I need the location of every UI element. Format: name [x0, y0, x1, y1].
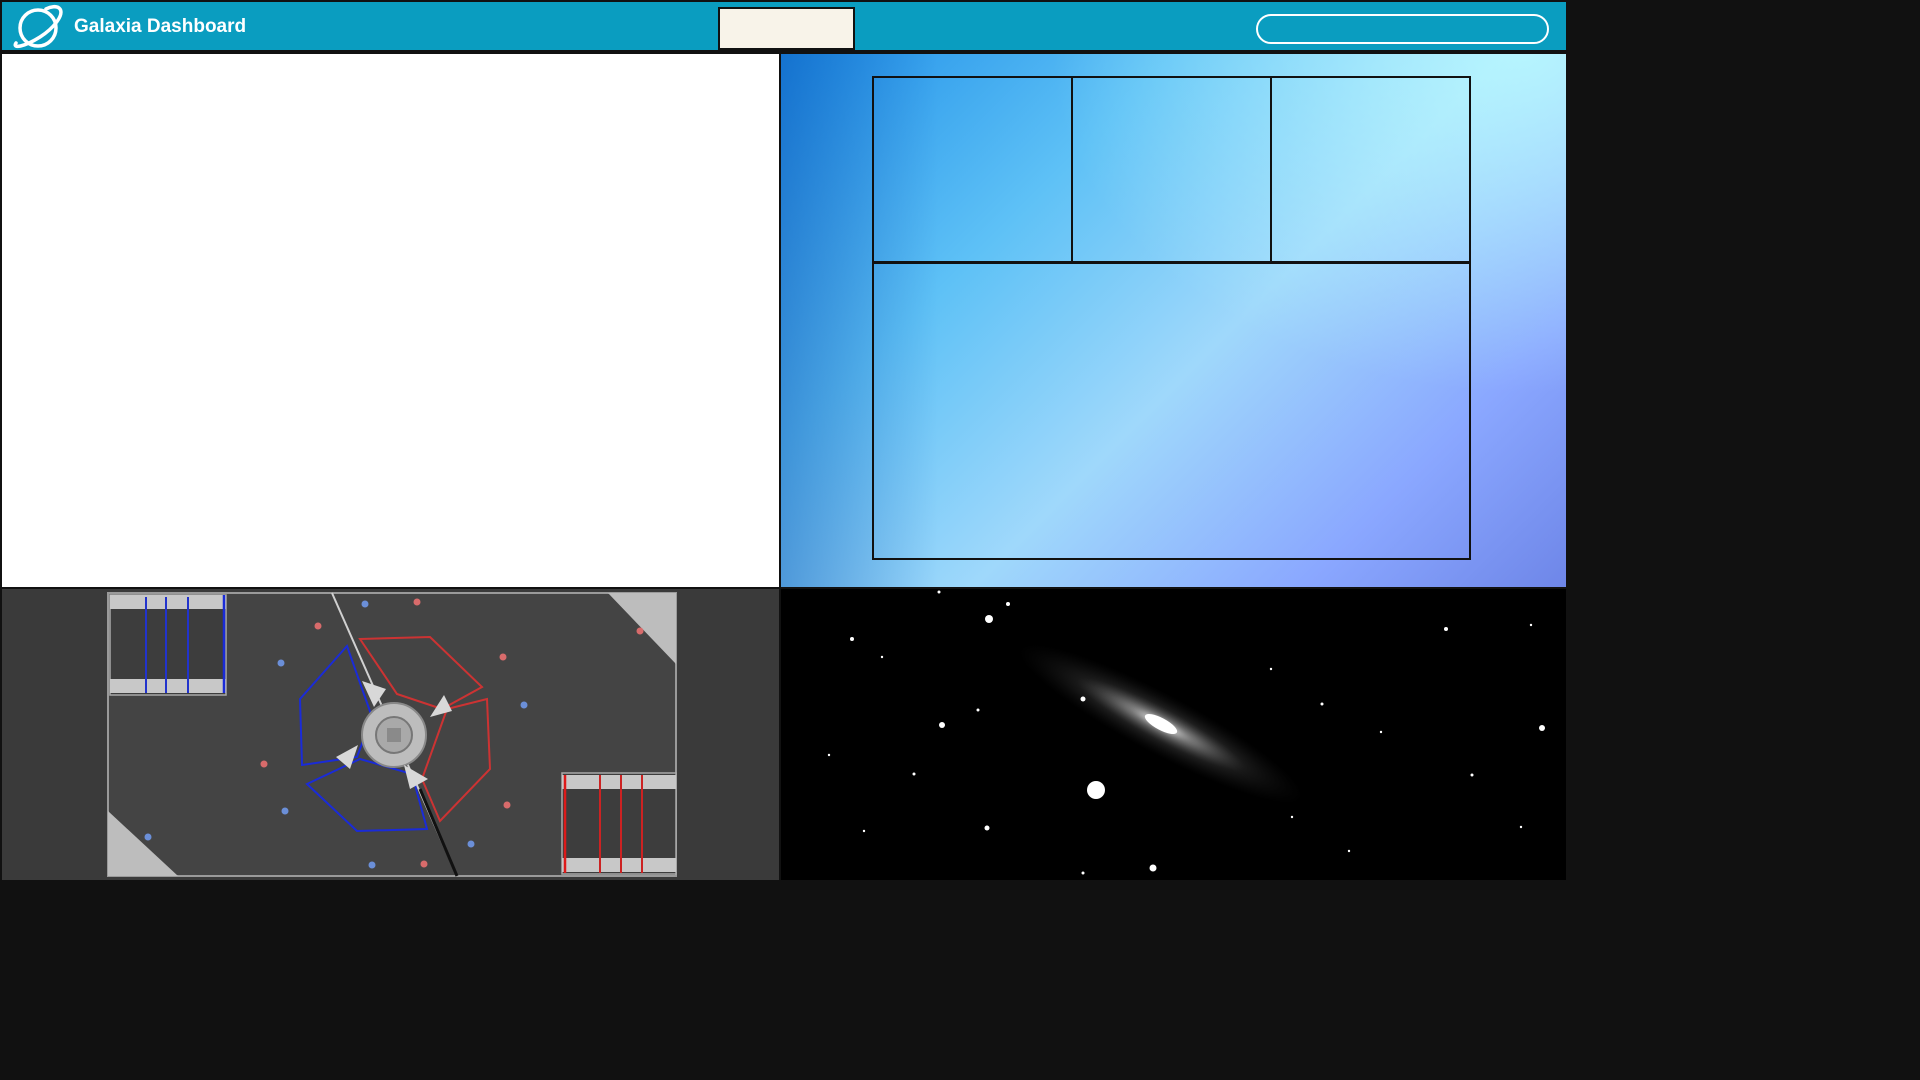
- galaxy-image-panel: [781, 589, 1566, 880]
- app-title: Galaxia Dashboard: [74, 16, 247, 37]
- spiral-galaxy: [1019, 644, 1303, 804]
- blank-panel: [2, 54, 779, 587]
- grid-cell-large[interactable]: [872, 261, 1471, 560]
- sky-panel: [781, 54, 1566, 587]
- center-input-box[interactable]: [718, 7, 855, 50]
- red-station: [561, 772, 677, 875]
- planet-ring-icon[interactable]: [10, 3, 66, 53]
- grid-cell-1[interactable]: [872, 76, 1073, 263]
- search-input[interactable]: [1256, 14, 1549, 44]
- field-map-panel: [2, 589, 779, 880]
- field-map: [107, 592, 677, 877]
- grid-cell-3[interactable]: [1270, 76, 1471, 263]
- galaxy-image: [827, 590, 1545, 875]
- grid-cell-2[interactable]: [1071, 76, 1272, 263]
- blue-station: [109, 594, 227, 696]
- app-header: Galaxia Dashboard: [0, 0, 1568, 53]
